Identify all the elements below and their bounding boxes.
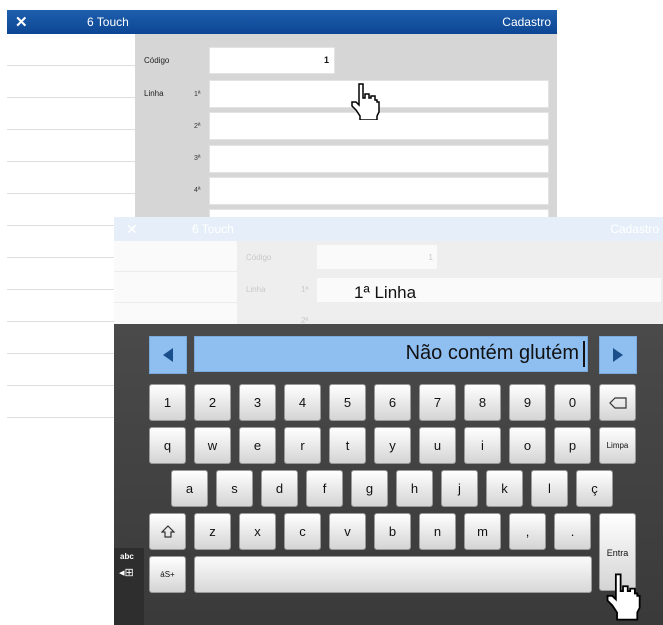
section-title: Cadastro xyxy=(610,222,659,236)
key-k[interactable]: k xyxy=(486,470,523,507)
line-number: 1ª xyxy=(194,91,201,98)
key-comma[interactable]: , xyxy=(509,513,546,550)
list-item[interactable] xyxy=(7,34,135,66)
key-y[interactable]: y xyxy=(374,427,411,464)
hand-pointer-icon xyxy=(606,573,641,621)
close-icon[interactable]: ✕ xyxy=(15,13,28,31)
key-l[interactable]: l xyxy=(531,470,568,507)
faded-list xyxy=(114,241,237,324)
arrow-left-icon xyxy=(163,348,173,362)
key-c-cedilla[interactable]: ç xyxy=(576,470,613,507)
codigo-label: Código xyxy=(144,56,170,65)
key-w[interactable]: w xyxy=(194,427,231,464)
key-8[interactable]: 8 xyxy=(464,384,501,421)
clear-button[interactable]: Limpa xyxy=(599,427,636,464)
codigo-field[interactable]: 1 xyxy=(209,47,335,74)
key-p[interactable]: p xyxy=(554,427,591,464)
mode-label: abc xyxy=(120,552,134,561)
linha-label: Linha xyxy=(144,89,164,98)
line-number: 1ª xyxy=(301,285,309,294)
key-n[interactable]: n xyxy=(419,513,456,550)
key-0[interactable]: 0 xyxy=(554,384,591,421)
key-6[interactable]: 6 xyxy=(374,384,411,421)
key-9[interactable]: 9 xyxy=(509,384,546,421)
overlay-title-bar: ✕ 6 Touch Cadastro xyxy=(114,217,663,241)
key-j[interactable]: j xyxy=(441,470,478,507)
key-t[interactable]: t xyxy=(329,427,366,464)
key-q[interactable]: q xyxy=(149,427,186,464)
text-caret xyxy=(583,341,585,367)
arrow-left-button[interactable] xyxy=(149,336,187,374)
list-item[interactable] xyxy=(7,66,135,98)
hand-pointer-icon xyxy=(351,83,380,120)
key-3[interactable]: 3 xyxy=(239,384,276,421)
line-3-field[interactable] xyxy=(209,145,549,173)
line-number: 4ª xyxy=(194,187,201,194)
keyboard-mode-switch[interactable]: abc ◂⊞ xyxy=(114,548,144,625)
codigo-field-faded: 1 xyxy=(317,245,437,269)
list-item[interactable] xyxy=(7,98,135,130)
keyboard-layout-icon: ◂⊞ xyxy=(119,567,134,579)
linha-label: Linha xyxy=(246,285,266,294)
key-g[interactable]: g xyxy=(351,470,388,507)
key-u[interactable]: u xyxy=(419,427,456,464)
keyboard-input[interactable]: Não contém glutém xyxy=(194,336,588,372)
key-7[interactable]: 7 xyxy=(419,384,456,421)
arrow-right-icon xyxy=(613,348,623,362)
line-4-field[interactable] xyxy=(209,177,549,205)
input-text: Não contém glutém xyxy=(405,342,579,364)
key-period[interactable]: . xyxy=(554,513,591,550)
key-d[interactable]: d xyxy=(261,470,298,507)
line-number: 2ª xyxy=(194,123,201,130)
list-item[interactable] xyxy=(7,130,135,162)
key-m[interactable]: m xyxy=(464,513,501,550)
field-caption: 1ª Linha xyxy=(354,283,417,302)
key-v[interactable]: v xyxy=(329,513,366,550)
key-a[interactable]: a xyxy=(171,470,208,507)
key-r[interactable]: r xyxy=(284,427,321,464)
symbols-button[interactable]: áS+ xyxy=(149,556,186,593)
virtual-keyboard: Não contém glutém 1 2 3 4 5 6 7 8 9 0 q … xyxy=(114,324,663,625)
key-5[interactable]: 5 xyxy=(329,384,366,421)
key-h[interactable]: h xyxy=(396,470,433,507)
key-f[interactable]: f xyxy=(306,470,343,507)
key-4[interactable]: 4 xyxy=(284,384,321,421)
key-e[interactable]: e xyxy=(239,427,276,464)
key-z[interactable]: z xyxy=(194,513,231,550)
codigo-value: 1 xyxy=(323,55,329,65)
space-bar[interactable] xyxy=(194,556,592,593)
key-s[interactable]: s xyxy=(216,470,253,507)
backspace-icon xyxy=(608,397,627,409)
key-c[interactable]: c xyxy=(284,513,321,550)
list-item[interactable] xyxy=(7,162,135,194)
keyboard-overlay: ✕ 6 Touch Cadastro Código 1 Linha 1ª 2ª … xyxy=(114,217,663,625)
key-1[interactable]: 1 xyxy=(149,384,186,421)
key-2[interactable]: 2 xyxy=(194,384,231,421)
line-number: 3ª xyxy=(194,155,201,162)
codigo-label: Código xyxy=(246,253,272,262)
app-title: 6 Touch xyxy=(87,15,129,29)
app-title: 6 Touch xyxy=(192,222,234,236)
section-title: Cadastro xyxy=(502,15,551,29)
shift-button[interactable] xyxy=(149,513,186,550)
close-icon: ✕ xyxy=(126,221,138,237)
title-bar: ✕ 6 Touch Cadastro xyxy=(7,10,557,34)
shift-icon xyxy=(160,525,175,538)
key-x[interactable]: x xyxy=(239,513,276,550)
overlay-body: Código 1 Linha 1ª 2ª 1ª Linha xyxy=(114,241,663,325)
key-b[interactable]: b xyxy=(374,513,411,550)
backspace-button[interactable] xyxy=(599,384,636,421)
key-o[interactable]: o xyxy=(509,427,546,464)
faded-form: Código 1 Linha 1ª 2ª xyxy=(237,241,663,325)
arrow-right-button[interactable] xyxy=(599,336,637,374)
codigo-value: 1 xyxy=(428,253,433,262)
key-i[interactable]: i xyxy=(464,427,501,464)
